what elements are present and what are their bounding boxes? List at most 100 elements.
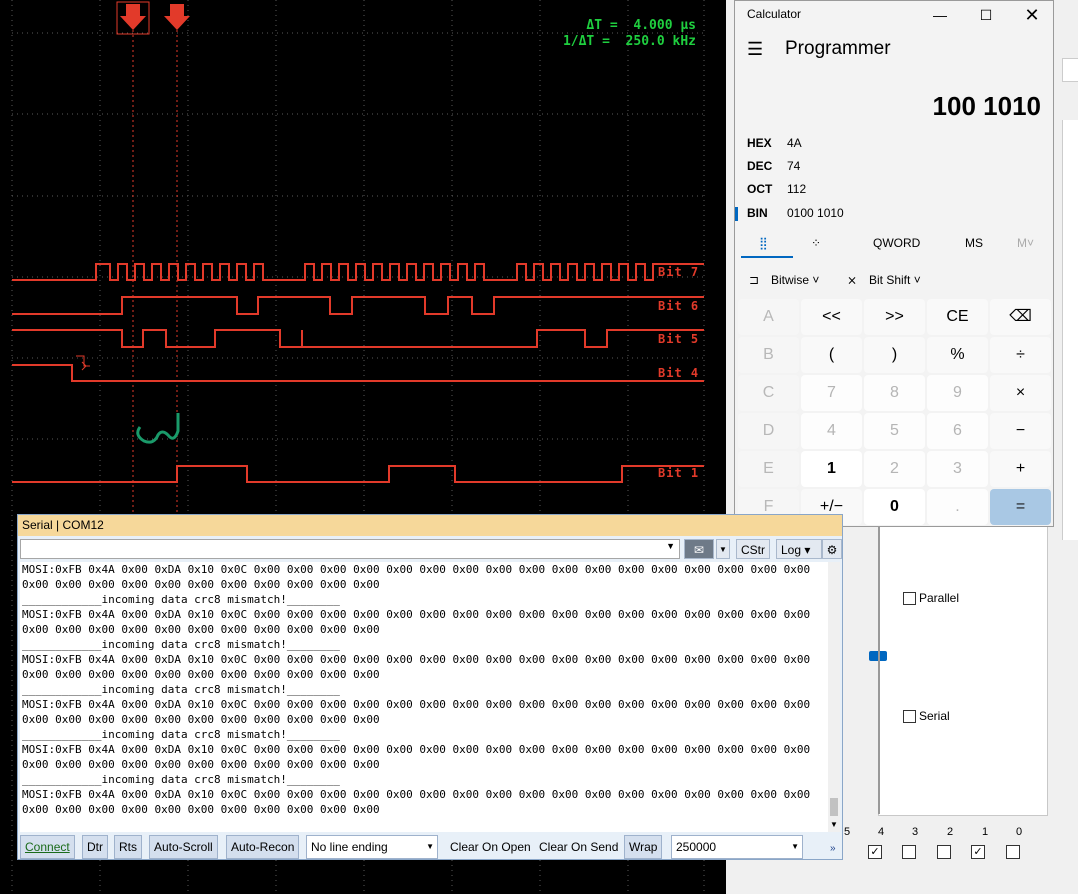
radix-selected-indicator	[735, 207, 738, 221]
backspace-icon[interactable]: ⌫	[990, 299, 1051, 335]
background-side-panel	[1062, 120, 1078, 540]
output-line: ____________incoming data crc8 mismatch!…	[22, 773, 340, 786]
key-plus[interactable]: +	[990, 451, 1051, 487]
bit-number-4: 4	[878, 826, 885, 838]
resize-grip-icon[interactable]: »	[830, 843, 836, 854]
keypad-tab-icon[interactable]: ⣿	[759, 236, 768, 250]
radix-hex[interactable]: HEX 4A	[747, 136, 802, 150]
log-button[interactable]: Log ▾	[776, 539, 822, 559]
bitwise-button[interactable]: Bitwise ˅	[771, 273, 819, 287]
send-history-dropdown-icon[interactable]: ▼	[666, 541, 675, 551]
trace-bit1	[12, 465, 704, 483]
channel-label-bit7: Bit 7	[658, 265, 700, 279]
bit-toggle-tab-icon[interactable]: ⁘	[811, 236, 821, 250]
key-close-paren[interactable]: )	[864, 337, 925, 373]
wrap-button[interactable]: Wrap	[624, 835, 663, 859]
output-line: ____________incoming data crc8 mismatch!…	[22, 638, 340, 651]
send-options-dropdown-icon[interactable]: ▼	[716, 539, 730, 559]
background-scroll-button[interactable]	[1062, 58, 1078, 82]
key-decimal[interactable]: .	[927, 489, 988, 525]
channel-label-bit6: Bit 6	[658, 299, 700, 313]
cursor-a-arrow-icon	[120, 4, 146, 30]
bit4-checkbox[interactable]: ✓	[868, 845, 882, 859]
radix-bin[interactable]: BIN 0100 1010	[747, 206, 844, 220]
minimize-icon[interactable]: —	[917, 3, 963, 27]
key-open-paren[interactable]: (	[801, 337, 862, 373]
gear-icon[interactable]: ⚙	[822, 539, 842, 559]
trace-bit5	[12, 329, 704, 348]
serial-checkbox[interactable]	[903, 710, 916, 723]
key-e[interactable]: E	[738, 451, 799, 487]
key-shift-left[interactable]: <<	[801, 299, 862, 335]
bit-number-1: 1	[982, 826, 989, 838]
output-line: 0x00 0x00 0x00 0x00 0x00 0x00 0x00 0x00 …	[22, 803, 380, 816]
clear-on-send-toggle[interactable]: Clear On Send	[539, 835, 618, 859]
key-c[interactable]: C	[738, 375, 799, 411]
key-a[interactable]: A	[738, 299, 799, 335]
bitshift-icon: ⨯	[847, 273, 858, 287]
key-7[interactable]: 7	[801, 375, 862, 411]
key-1[interactable]: 1	[801, 451, 862, 487]
bit0-checkbox[interactable]	[1006, 845, 1020, 859]
key-5[interactable]: 5	[864, 413, 925, 449]
key-percent[interactable]: %	[927, 337, 988, 373]
slider-track	[878, 524, 880, 814]
output-line: MOSI:0xFB 0x4A 0x00 0xDA 0x10 0x0C 0x00 …	[22, 743, 811, 756]
key-d[interactable]: D	[738, 413, 799, 449]
trace-bit4	[12, 364, 704, 382]
key-minus[interactable]: −	[990, 413, 1051, 449]
bit3-checkbox[interactable]	[902, 845, 916, 859]
dtr-button[interactable]: Dtr	[82, 835, 108, 859]
key-divide[interactable]: ÷	[990, 337, 1051, 373]
output-line: 0x00 0x00 0x00 0x00 0x00 0x00 0x00 0x00 …	[22, 668, 380, 681]
send-mail-icon[interactable]: ✉	[684, 539, 714, 559]
output-line: MOSI:0xFB 0x4A 0x00 0xDA 0x10 0x0C 0x00 …	[22, 698, 811, 711]
key-equals[interactable]: =	[990, 489, 1051, 525]
key-ce[interactable]: CE	[927, 299, 988, 335]
handwritten-annotation	[136, 413, 180, 444]
calculator-window: Calculator — ☐ ✕ ☰ Programmer 100 1010 H…	[734, 0, 1054, 527]
send-input[interactable]: ▼	[20, 539, 680, 559]
key-3[interactable]: 3	[927, 451, 988, 487]
output-line: MOSI:0xFB 0x4A 0x00 0xDA 0x10 0x0C 0x00 …	[22, 563, 811, 576]
auto-reconnect-button[interactable]: Auto-Recon	[226, 835, 300, 859]
key-0[interactable]: 0	[864, 489, 925, 525]
chevron-down-icon: ▼	[426, 842, 434, 851]
auto-scroll-button[interactable]: Auto-Scroll	[149, 835, 218, 859]
key-shift-right[interactable]: >>	[864, 299, 925, 335]
background-statusbar	[726, 870, 1078, 894]
key-2[interactable]: 2	[864, 451, 925, 487]
parallel-checkbox[interactable]	[903, 592, 916, 605]
serial-title: Serial | COM12	[18, 515, 842, 536]
cstr-button[interactable]: CStr	[736, 539, 770, 559]
radix-dec[interactable]: DEC 74	[747, 159, 800, 173]
baud-rate-select[interactable]: 250000 ▼	[671, 835, 803, 859]
maximize-icon[interactable]: ☐	[963, 3, 1009, 27]
line-ending-select[interactable]: No line ending ▼	[306, 835, 438, 859]
output-scrollbar[interactable]: ▼	[828, 562, 840, 832]
serial-output[interactable]: MOSI:0xFB 0x4A 0x00 0xDA 0x10 0x0C 0x00 …	[20, 562, 828, 832]
menu-icon[interactable]: ☰	[747, 39, 763, 60]
memory-recall-button[interactable]: M˅	[1017, 236, 1034, 250]
key-b[interactable]: B	[738, 337, 799, 373]
clear-on-open-toggle[interactable]: Clear On Open	[450, 835, 531, 859]
scrollbar-thumb[interactable]	[830, 798, 838, 816]
bit-number-2: 2	[947, 826, 954, 838]
frequency-readout: 1/ΔT = 250.0 kHz	[562, 34, 696, 49]
key-multiply[interactable]: ×	[990, 375, 1051, 411]
close-icon[interactable]: ✕	[1009, 3, 1055, 27]
key-4[interactable]: 4	[801, 413, 862, 449]
key-6[interactable]: 6	[927, 413, 988, 449]
scroll-down-icon[interactable]: ▼	[830, 820, 838, 829]
bitshift-button[interactable]: Bit Shift ˅	[869, 273, 921, 287]
bit2-checkbox[interactable]	[937, 845, 951, 859]
connect-button[interactable]: Connect	[20, 835, 75, 859]
memory-store-button[interactable]: MS	[965, 236, 983, 250]
key-8[interactable]: 8	[864, 375, 925, 411]
word-size-button[interactable]: QWORD	[873, 236, 920, 250]
key-9[interactable]: 9	[927, 375, 988, 411]
rts-button[interactable]: Rts	[114, 835, 142, 859]
radix-oct[interactable]: OCT 112	[747, 182, 806, 196]
bit1-checkbox[interactable]: ✓	[971, 845, 985, 859]
bit-number-0: 0	[1016, 826, 1023, 838]
